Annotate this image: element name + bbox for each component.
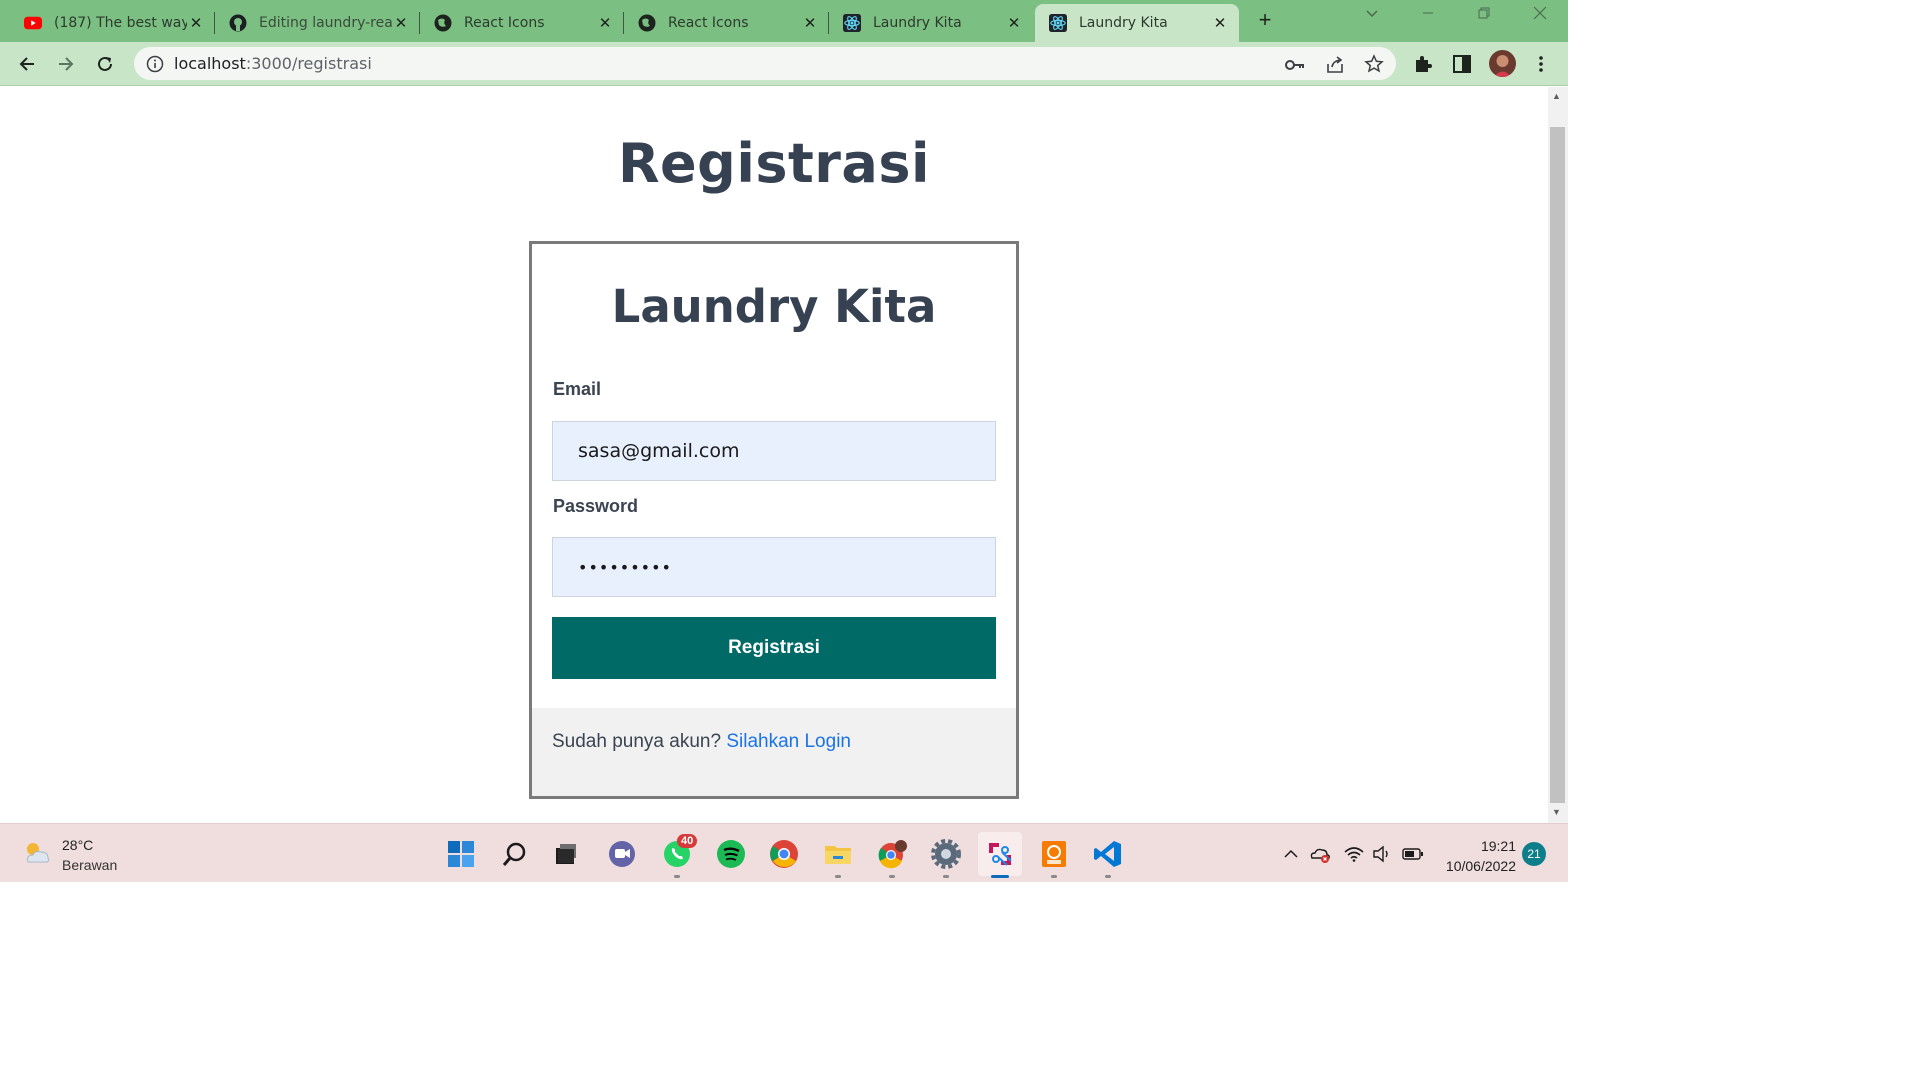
password-field[interactable]: ••••••••• [552, 537, 996, 597]
page-scrollbar[interactable]: ▲ ▼ [1548, 87, 1568, 823]
clock-date: 10/06/2022 [1445, 858, 1516, 874]
system-clock[interactable]: 19:21 10/06/2022 [1436, 836, 1516, 876]
tab-title: (187) The best way [54, 15, 187, 31]
tab-laundry-kita-active[interactable]: Laundry Kita ✕ [1035, 4, 1239, 42]
new-tab-button[interactable]: + [1252, 8, 1278, 34]
snipping-tool-icon[interactable] [978, 832, 1022, 876]
running-indicator [1105, 875, 1111, 878]
github-icon [229, 14, 247, 32]
running-indicator [943, 875, 949, 878]
vscode-icon[interactable] [1092, 838, 1124, 870]
settings-gear-icon[interactable] [930, 838, 962, 870]
close-tab-icon[interactable]: ✕ [1211, 14, 1229, 32]
battery-icon[interactable] [1402, 843, 1424, 865]
clock-time: 19:21 [1480, 838, 1516, 854]
start-button[interactable] [445, 838, 477, 870]
windows-taskbar: 28°C Berawan 40 19:21 10/06/2022 21 [0, 823, 1568, 882]
chrome-icon[interactable] [768, 838, 800, 870]
email-label: Email [553, 379, 602, 399]
tab-react-icons-1[interactable]: React Icons ✕ [420, 4, 624, 42]
task-view-icon[interactable] [550, 838, 582, 870]
notification-badge[interactable]: 21 [1522, 842, 1546, 866]
onedrive-error-icon[interactable] [1309, 843, 1331, 865]
share-icon[interactable] [1325, 55, 1345, 75]
profile-avatar[interactable] [1489, 50, 1516, 77]
login-prompt: Sudah punya akun? Silahkan Login [552, 731, 851, 753]
info-icon[interactable] [146, 55, 164, 73]
teams-chat-icon[interactable] [606, 838, 638, 870]
tab-title: React Icons [464, 15, 545, 31]
close-tab-icon[interactable]: ✕ [187, 14, 205, 32]
react-icon [843, 14, 861, 32]
tab-youtube[interactable]: (187) The best way ✕ [0, 4, 215, 42]
active-indicator [991, 875, 1009, 878]
address-host: localhost [174, 54, 246, 73]
login-link[interactable]: Silahkan Login [726, 731, 851, 752]
tab-title: Laundry Kita [873, 15, 962, 31]
address-bar[interactable]: localhost:3000/registrasi [134, 47, 1396, 80]
registration-card: Laundry Kita Email sasa@gmail.com Passwo… [529, 241, 1019, 799]
running-indicator [835, 875, 841, 878]
minimize-icon[interactable] [1408, 6, 1448, 23]
close-tab-icon[interactable]: ✕ [596, 14, 614, 32]
forward-button[interactable] [52, 50, 80, 78]
search-icon[interactable] [499, 838, 531, 870]
card-footer: Sudah punya akun? Silahkan Login [532, 708, 1016, 796]
browser-toolbar: localhost:3000/registrasi [0, 42, 1568, 86]
email-field[interactable]: sasa@gmail.com [552, 421, 996, 481]
tab-title: React Icons [668, 15, 749, 31]
chrome-profile-icon[interactable] [876, 838, 908, 870]
page-viewport: Registrasi Laundry Kita Email sasa@gmail… [0, 87, 1548, 823]
running-indicator [889, 875, 895, 878]
tab-laundry-kita-1[interactable]: Laundry Kita ✕ [829, 4, 1033, 42]
close-tab-icon[interactable]: ✕ [1005, 14, 1023, 32]
tab-title: Editing laundry-rea [259, 15, 392, 31]
chevron-up-icon[interactable] [1280, 843, 1302, 865]
side-panel-icon[interactable] [1451, 53, 1473, 75]
close-window-icon[interactable] [1520, 6, 1560, 24]
partly-cloudy-icon[interactable] [22, 838, 52, 866]
tab-search-icon[interactable] [1352, 6, 1392, 23]
file-explorer-icon[interactable] [822, 838, 854, 870]
tab-title: Laundry Kita [1079, 15, 1168, 31]
react-icon [1049, 14, 1067, 32]
scroll-down-arrow-icon[interactable]: ▼ [1552, 807, 1561, 817]
close-tab-icon[interactable]: ✕ [801, 14, 819, 32]
login-prompt-text: Sudah punya akun? [552, 731, 722, 752]
page-title: Registrasi [617, 132, 931, 195]
whatsapp-unread-badge: 40 [677, 834, 698, 848]
back-button[interactable] [13, 50, 41, 78]
weather-description[interactable]: Berawan [62, 857, 117, 873]
close-tab-icon[interactable]: ✕ [392, 14, 410, 32]
scrollbar-thumb[interactable] [1550, 127, 1565, 803]
running-indicator [674, 875, 680, 878]
youtube-icon [24, 14, 42, 32]
globe-icon [434, 14, 452, 32]
globe-icon [638, 14, 656, 32]
volume-icon[interactable] [1371, 843, 1393, 865]
address-path: :3000/registrasi [245, 54, 372, 73]
password-label: Password [553, 496, 639, 516]
extensions-icon[interactable] [1412, 53, 1434, 75]
running-indicator [1051, 875, 1057, 878]
bookmark-star-icon[interactable] [1364, 54, 1384, 74]
spotify-icon[interactable] [715, 838, 747, 870]
scroll-up-arrow-icon[interactable]: ▲ [1552, 91, 1561, 101]
restore-icon[interactable] [1464, 6, 1504, 23]
key-icon[interactable] [1285, 55, 1305, 75]
weather-temperature[interactable]: 28°C [62, 837, 93, 853]
register-button[interactable]: Registrasi [552, 617, 996, 679]
wifi-icon[interactable] [1343, 843, 1365, 865]
tab-react-icons-2[interactable]: React Icons ✕ [624, 4, 829, 42]
tab-strip: (187) The best way ✕ Editing laundry-rea… [0, 0, 1568, 42]
menu-kebab-icon[interactable] [1530, 53, 1552, 75]
reload-button[interactable] [91, 50, 119, 78]
pdf-reader-icon[interactable] [1038, 838, 1070, 870]
address-url: localhost:3000/registrasi [174, 54, 372, 73]
tab-github[interactable]: Editing laundry-rea ✕ [215, 4, 420, 42]
brand-title: Laundry Kita [611, 280, 937, 333]
